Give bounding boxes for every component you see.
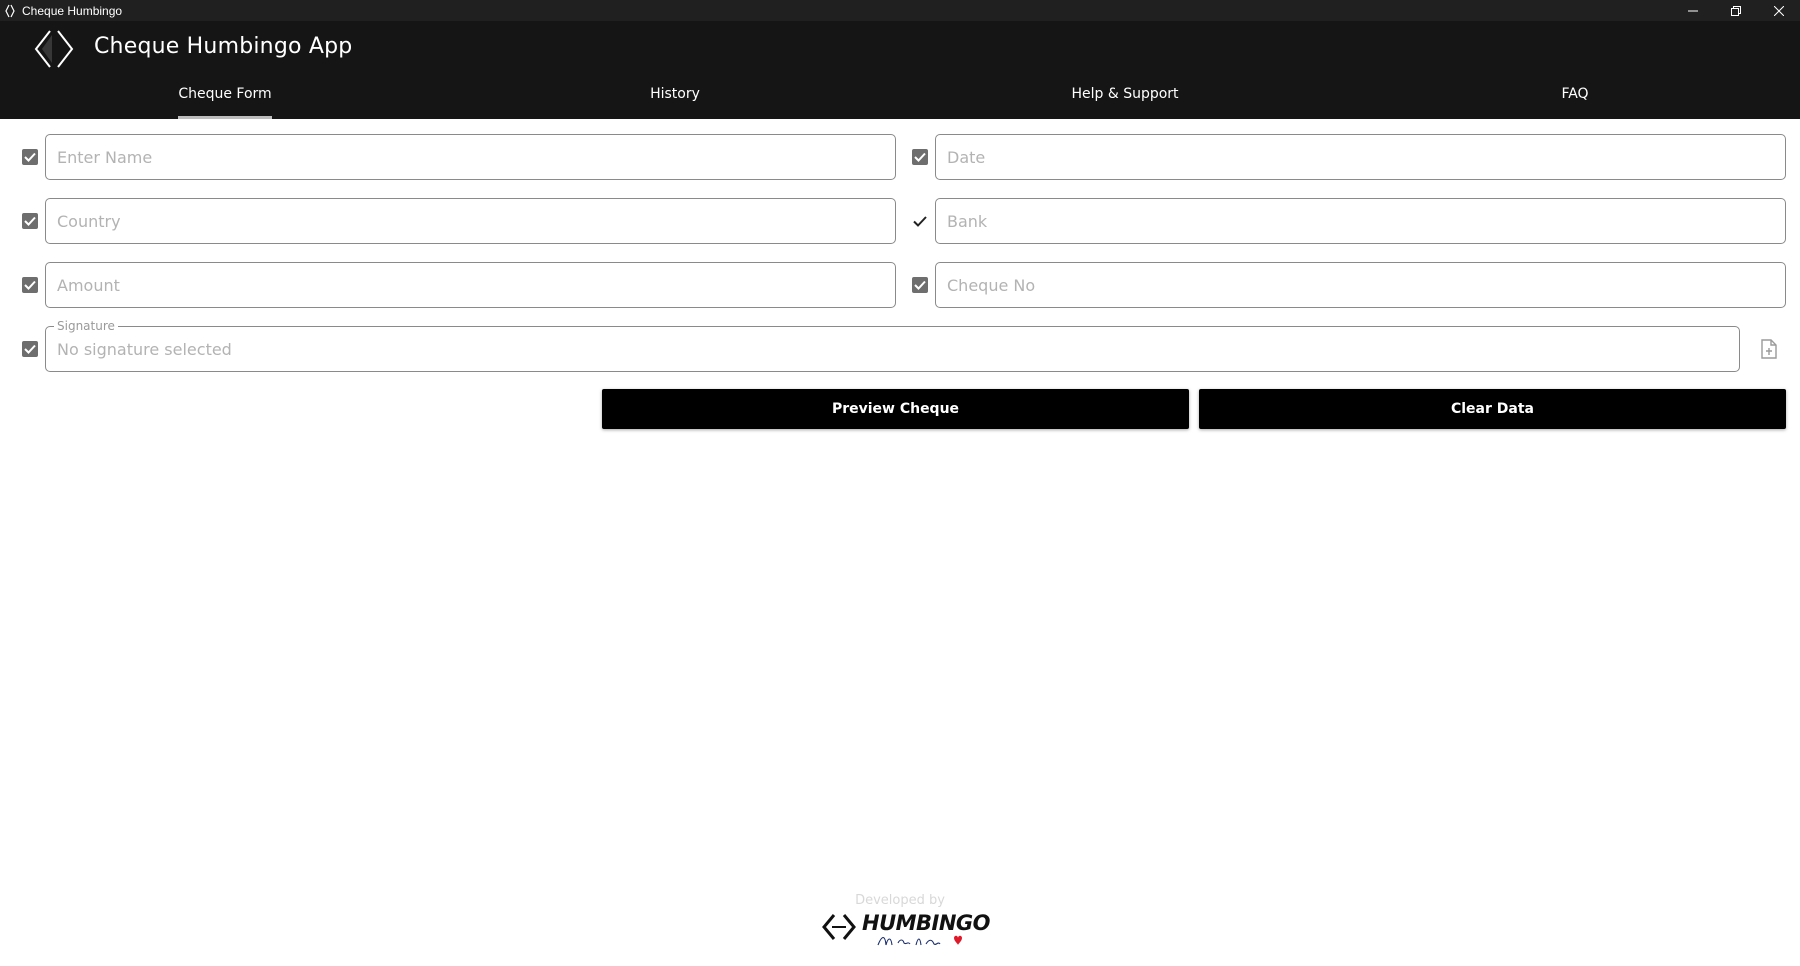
developed-by-label: Developed by <box>855 893 945 908</box>
close-icon <box>1773 5 1784 16</box>
form-row <box>0 134 1800 180</box>
check-icon <box>24 216 36 226</box>
restore-button[interactable] <box>1714 0 1757 21</box>
signature-input[interactable] <box>46 327 1739 371</box>
app-logo-icon <box>5 4 15 17</box>
minimize-icon <box>1687 10 1698 11</box>
app-title: Cheque Humbingo App <box>94 34 353 59</box>
restore-icon <box>1730 5 1741 16</box>
signature-field: Signature <box>45 319 1740 372</box>
bank-field <box>935 198 1786 244</box>
minimize-button[interactable] <box>1671 0 1714 21</box>
check-icon <box>914 152 926 162</box>
clear-data-button[interactable]: Clear Data <box>1199 389 1786 429</box>
form-row <box>0 198 1800 244</box>
humbingo-brand-icon <box>822 914 856 940</box>
tab-label: Help & Support <box>1071 86 1179 102</box>
cheque-no-checkbox[interactable] <box>912 277 928 293</box>
date-checkbox[interactable] <box>912 149 928 165</box>
tab-help-support[interactable]: Help & Support <box>900 85 1350 119</box>
main-tabs: Cheque Form History Help & Support FAQ <box>0 85 1800 119</box>
form-row: Signature <box>0 319 1800 372</box>
window-controls <box>1671 0 1800 21</box>
cheque-no-input[interactable] <box>936 263 1785 307</box>
name-checkbox[interactable] <box>22 149 38 165</box>
amount-field <box>45 262 896 308</box>
window-title: Cheque Humbingo <box>22 3 123 18</box>
app-header: Cheque Humbingo App Cheque Form History … <box>0 21 1800 119</box>
signature-checkbox[interactable] <box>22 341 38 357</box>
country-checkbox[interactable] <box>22 213 38 229</box>
tab-history[interactable]: History <box>450 85 900 119</box>
signature-label: Signature <box>54 319 118 333</box>
date-input[interactable] <box>936 135 1785 179</box>
check-icon <box>24 344 36 354</box>
form-row <box>0 262 1800 308</box>
bank-checkbox[interactable] <box>912 213 928 229</box>
check-icon <box>24 280 36 290</box>
country-field <box>45 198 896 244</box>
tab-cheque-form[interactable]: Cheque Form <box>0 85 450 119</box>
tab-label: Cheque Form <box>178 86 272 102</box>
cheque-no-field <box>935 262 1786 308</box>
tagline-signature <box>877 935 962 946</box>
preview-cheque-button[interactable]: Preview Cheque <box>602 389 1189 429</box>
date-field <box>935 134 1786 180</box>
humbingo-logo-icon <box>34 30 74 68</box>
tab-faq[interactable]: FAQ <box>1350 85 1800 119</box>
amount-checkbox[interactable] <box>22 277 38 293</box>
bank-input[interactable] <box>936 199 1785 243</box>
name-field <box>45 134 896 180</box>
file-upload-icon[interactable] <box>1760 339 1778 359</box>
check-icon <box>913 215 927 227</box>
name-input[interactable] <box>46 135 895 179</box>
tab-label: History <box>650 86 700 102</box>
footer: Developed by HUMBINGO <box>820 893 991 953</box>
brand-name: HUMBINGO <box>862 911 991 935</box>
country-input[interactable] <box>46 199 895 243</box>
close-button[interactable] <box>1757 0 1800 21</box>
window-titlebar: Cheque Humbingo <box>0 0 1800 21</box>
tab-label: FAQ <box>1561 86 1589 102</box>
amount-input[interactable] <box>46 263 895 307</box>
check-icon <box>914 280 926 290</box>
check-icon <box>24 152 36 162</box>
